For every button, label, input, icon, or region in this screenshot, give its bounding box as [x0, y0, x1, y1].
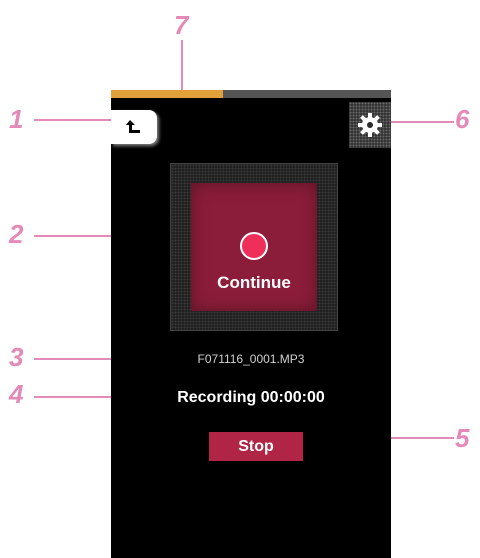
- record-dot-icon: [240, 232, 268, 260]
- progress-fill: [111, 90, 223, 98]
- back-arrow-icon: [126, 120, 140, 133]
- callout-6: 6: [455, 104, 470, 134]
- callout-1-line: [34, 119, 114, 121]
- callout-5: 5: [455, 423, 470, 453]
- back-button[interactable]: [111, 110, 157, 144]
- callout-3: 3: [9, 342, 24, 372]
- progress-bar: [111, 90, 391, 98]
- record-button-label: Continue: [217, 273, 291, 292]
- device-screen: Continue F071116_0001.MP3 Recording 00:0…: [111, 90, 391, 558]
- annotated-screenshot: 7 1 6 2 3 4 5 Continue F071116_0001.MP3 …: [0, 0, 480, 558]
- stop-button[interactable]: Stop: [209, 432, 303, 461]
- callout-7: 7: [174, 10, 189, 40]
- callout-4: 4: [9, 379, 24, 409]
- gear-icon: [358, 113, 382, 137]
- callout-7-line: [181, 40, 183, 95]
- callout-1: 1: [9, 104, 24, 134]
- recording-status: Recording 00:00:00: [177, 389, 325, 406]
- continue-record-button[interactable]: Continue: [191, 183, 317, 311]
- callout-6-line: [388, 121, 454, 123]
- settings-button[interactable]: [349, 102, 391, 148]
- callout-2: 2: [9, 219, 24, 249]
- file-name: F071116_0001.MP3: [197, 352, 305, 366]
- record-panel: Continue: [170, 163, 338, 331]
